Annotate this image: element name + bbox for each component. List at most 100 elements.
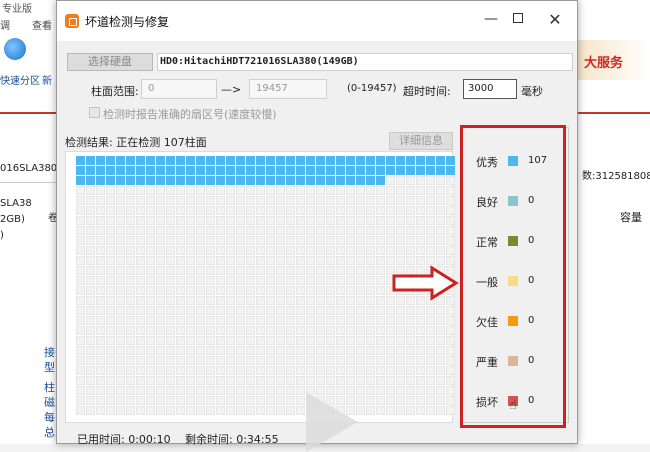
- cylinder-cell: [196, 246, 205, 255]
- cylinder-cell: [126, 326, 135, 335]
- cylinder-cell: [346, 326, 355, 335]
- cylinder-cell: [266, 256, 275, 265]
- cylinder-cell: [136, 386, 145, 395]
- cylinder-cell: [226, 206, 235, 215]
- cylinder-cell: [156, 156, 165, 165]
- maximize-icon[interactable]: [513, 13, 523, 23]
- cylinder-cell: [86, 216, 95, 225]
- cylinder-cell: [376, 356, 385, 365]
- quick-partition-label[interactable]: 快速分区: [0, 72, 40, 87]
- cylinder-cell: [76, 386, 85, 395]
- cylinder-cell: [186, 376, 195, 385]
- cylinder-cell: [146, 336, 155, 345]
- cylinder-cell: [76, 376, 85, 385]
- new-label[interactable]: 新: [42, 72, 52, 87]
- cylinder-cell: [276, 346, 285, 355]
- details-button[interactable]: 详细信息: [389, 132, 453, 150]
- cylinder-cell: [176, 306, 185, 315]
- cylinder-cell: [286, 376, 295, 385]
- cylinder-cell: [286, 196, 295, 205]
- cylinder-cell: [316, 356, 325, 365]
- timeout-input[interactable]: 3000: [463, 79, 517, 99]
- cylinder-to-input[interactable]: 19457: [249, 79, 327, 99]
- cylinder-cell: [126, 176, 135, 185]
- cylinder-cell: [446, 196, 455, 205]
- cylinder-cell: [206, 196, 215, 205]
- cylinder-cell: [116, 166, 125, 175]
- scan-status: 检测结果: 正在检测 107柱面: [65, 136, 207, 149]
- cylinder-cell: [436, 206, 445, 215]
- cylinder-cell: [286, 336, 295, 345]
- cylinder-cell: [116, 186, 125, 195]
- cylinder-cell: [76, 286, 85, 295]
- cylinder-cell: [386, 326, 395, 335]
- cylinder-cell: [406, 316, 415, 325]
- cylinder-from-input[interactable]: 0: [141, 79, 217, 99]
- cylinder-cell: [316, 176, 325, 185]
- cylinder-cell: [166, 256, 175, 265]
- cylinder-cell: [366, 306, 375, 315]
- cylinder-cell: [216, 406, 225, 415]
- cylinder-cell: [76, 316, 85, 325]
- cylinder-cell: [366, 356, 375, 365]
- disk-tree-item[interactable]: SLA38: [0, 198, 32, 209]
- cylinder-cell: [206, 286, 215, 295]
- cylinder-cell: [406, 336, 415, 345]
- cylinder-cell: [126, 376, 135, 385]
- cylinder-cell: [206, 216, 215, 225]
- cylinder-cell: [256, 336, 265, 345]
- cylinder-cell: [136, 366, 145, 375]
- cylinder-cell: [106, 396, 115, 405]
- play-icon[interactable]: [306, 392, 358, 452]
- cylinder-cell: [146, 386, 155, 395]
- cylinder-cell: [256, 296, 265, 305]
- cylinder-cell: [396, 346, 405, 355]
- cylinder-cell: [146, 276, 155, 285]
- cylinder-cell: [446, 246, 455, 255]
- cylinder-cell: [296, 366, 305, 375]
- divider: [578, 112, 650, 114]
- cylinder-cell: [346, 286, 355, 295]
- minimize-icon[interactable]: —: [479, 11, 503, 31]
- cylinder-cell: [436, 236, 445, 245]
- cylinder-cell: [416, 186, 425, 195]
- cylinder-cell: [216, 176, 225, 185]
- cylinder-cell: [176, 406, 185, 415]
- cylinder-cell: [326, 266, 335, 275]
- cylinder-cell: [366, 216, 375, 225]
- disk-tree-item[interactable]: 2GB): [0, 214, 25, 225]
- cylinder-cell: [426, 226, 435, 235]
- disk-tree-item[interactable]: ): [0, 230, 4, 241]
- cylinder-cell: [226, 356, 235, 365]
- cylinder-cell: [256, 216, 265, 225]
- cylinder-cell: [386, 376, 395, 385]
- quick-partition-icon[interactable]: [4, 38, 26, 60]
- disk-row[interactable]: 016SLA380: [0, 163, 57, 174]
- cylinder-cell: [236, 376, 245, 385]
- report-sector-label[interactable]: 检测时报告准确的扇区号(速度较慢): [103, 106, 277, 122]
- cylinder-cell: [206, 256, 215, 265]
- cylinder-cell: [106, 156, 115, 165]
- background-menu-item[interactable]: 查看: [32, 17, 52, 32]
- cylinder-cell: [376, 276, 385, 285]
- cylinder-cell: [396, 236, 405, 245]
- cylinder-cell: [206, 406, 215, 415]
- cylinder-cell: [216, 186, 225, 195]
- cylinder-cell: [136, 186, 145, 195]
- cylinder-cell: [446, 336, 455, 345]
- cylinder-cell: [76, 236, 85, 245]
- cylinder-cell: [296, 166, 305, 175]
- cylinder-cell: [396, 246, 405, 255]
- select-disk-button[interactable]: 选择硬盘: [67, 53, 153, 71]
- cylinder-cell: [196, 376, 205, 385]
- background-menu-item[interactable]: 调: [0, 17, 10, 32]
- cylinder-cell: [186, 226, 195, 235]
- disk-name-field: HD0:HitachiHDT721016SLA380(149GB): [157, 53, 573, 71]
- cylinder-cell: [376, 316, 385, 325]
- cylinder-cell: [276, 336, 285, 345]
- cylinder-cell: [216, 386, 225, 395]
- cylinder-cell: [316, 336, 325, 345]
- cylinder-cell: [316, 246, 325, 255]
- report-sector-checkbox[interactable]: [89, 107, 100, 118]
- close-icon[interactable]: ✕: [542, 9, 568, 31]
